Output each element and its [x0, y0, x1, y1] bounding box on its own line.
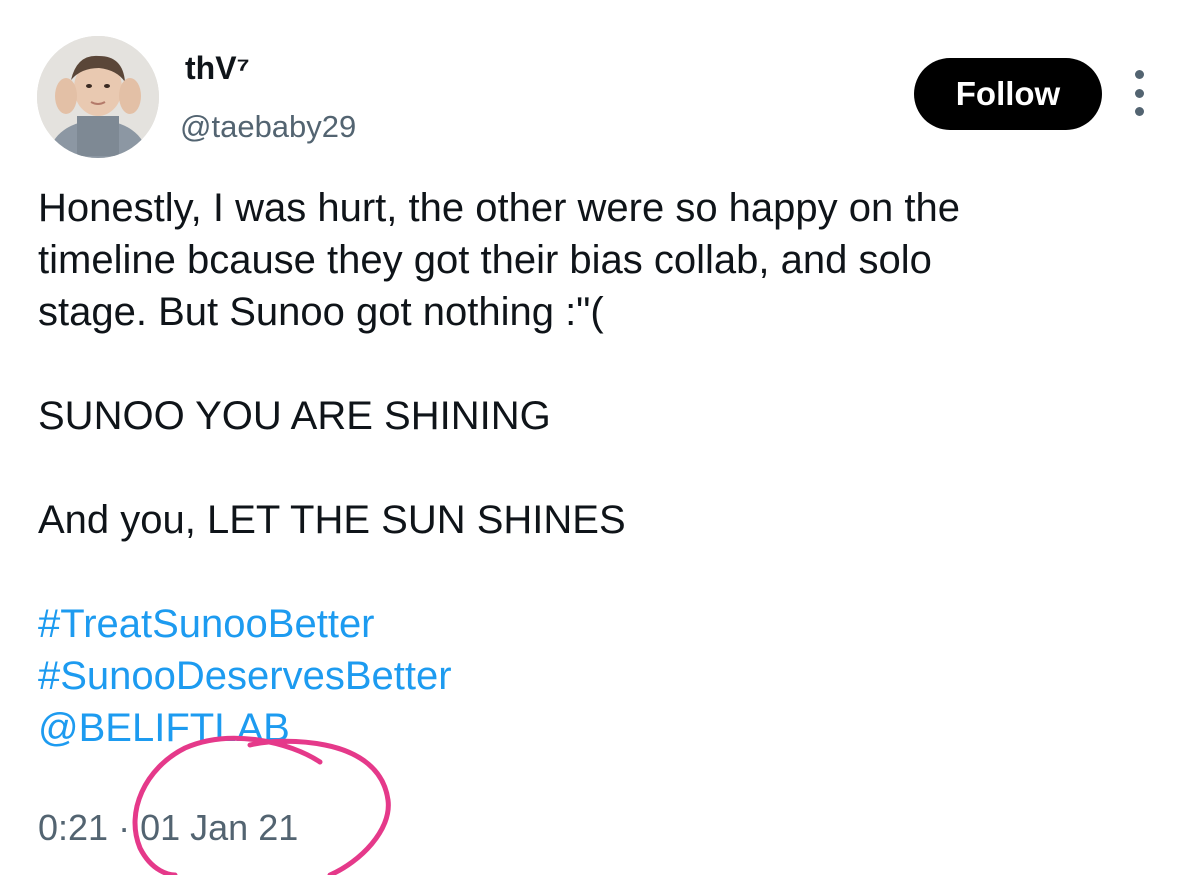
tweet-line: stage. But Sunoo got nothing :"(: [38, 290, 604, 334]
hashtag-link[interactable]: #SunooDeservesBetter: [38, 654, 452, 698]
tweet-time: 0:21: [38, 807, 109, 848]
hashtag-link[interactable]: #TreatSunooBetter: [38, 602, 375, 646]
more-dot: [1134, 88, 1144, 98]
separator-dot: ·: [118, 807, 131, 848]
tweet-line: And you, LET THE SUN SHINES: [38, 498, 626, 542]
avatar[interactable]: [37, 36, 159, 158]
user-handle[interactable]: @taebaby29: [180, 107, 356, 147]
more-vertical-icon[interactable]: [1124, 70, 1154, 116]
display-name[interactable]: thV⁷: [185, 48, 250, 88]
more-dot: [1134, 107, 1144, 116]
tweet-date: 01 Jan 21: [140, 807, 299, 848]
more-dot: [1134, 70, 1144, 79]
mention-link[interactable]: @BELIFTLAB: [38, 706, 290, 750]
tweet-text: Honestly, I was hurt, the other were so …: [38, 182, 1178, 754]
tweet-line: timeline bcause they got their bias coll…: [38, 238, 932, 282]
avatar-photo: [37, 36, 159, 158]
tweet-line: SUNOO YOU ARE SHINING: [38, 394, 551, 438]
tweet-timestamp[interactable]: 0:21 · 01 Jan 21: [38, 804, 298, 852]
tweet-line: Honestly, I was hurt, the other were so …: [38, 186, 960, 230]
follow-button[interactable]: Follow: [914, 58, 1102, 130]
